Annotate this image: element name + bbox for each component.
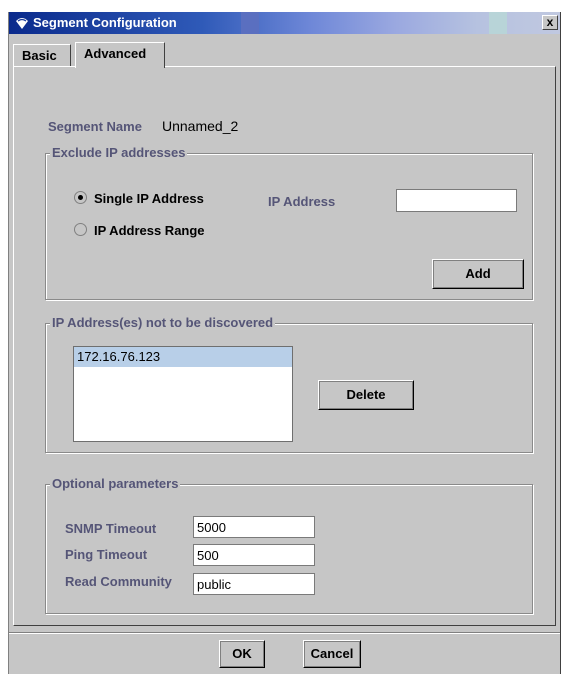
segment-name-value: Unnamed_2 bbox=[162, 118, 239, 134]
list-item[interactable]: 172.16.76.123 bbox=[74, 347, 292, 367]
advanced-panel: Segment Name Unnamed_2 Exclude IP addres… bbox=[13, 66, 556, 626]
snmp-timeout-input[interactable] bbox=[193, 516, 315, 538]
optional-params-group: Optional parameters SNMP Timeout Ping Ti… bbox=[45, 476, 533, 614]
radio-unchecked-icon[interactable] bbox=[74, 223, 87, 236]
ip-address-label: IP Address bbox=[268, 194, 336, 209]
title-decoration bbox=[241, 12, 259, 34]
not-discovered-title: IP Address(es) not to be discovered bbox=[50, 315, 276, 330]
tab-basic[interactable]: Basic bbox=[13, 44, 71, 66]
exclude-ip-title: Exclude IP addresses bbox=[50, 145, 188, 160]
close-button[interactable]: x bbox=[542, 15, 558, 30]
snmp-timeout-label: SNMP Timeout bbox=[65, 521, 157, 536]
delete-button[interactable]: Delete bbox=[318, 380, 414, 410]
title-bar[interactable]: Segment Configuration x bbox=[9, 12, 560, 34]
radio-checked-icon[interactable] bbox=[74, 191, 87, 204]
window-title: Segment Configuration bbox=[33, 15, 177, 30]
not-discovered-group: IP Address(es) not to be discovered 172.… bbox=[45, 315, 533, 453]
radio-ip-range[interactable]: IP Address Range bbox=[74, 223, 205, 238]
radio-single-ip-label: Single IP Address bbox=[94, 191, 204, 206]
excluded-ip-list[interactable]: 172.16.76.123 bbox=[73, 346, 293, 442]
segment-name-label: Segment Name bbox=[48, 119, 142, 134]
ip-address-input[interactable] bbox=[396, 189, 517, 212]
radio-ip-range-label: IP Address Range bbox=[94, 223, 205, 238]
app-icon bbox=[16, 18, 28, 29]
ping-timeout-label: Ping Timeout bbox=[65, 547, 148, 562]
ping-timeout-input[interactable] bbox=[193, 544, 315, 566]
cancel-button[interactable]: Cancel bbox=[303, 640, 361, 668]
footer-divider bbox=[9, 632, 560, 634]
add-button[interactable]: Add bbox=[432, 259, 524, 289]
dialog-window: Segment Configuration x Basic Advanced S… bbox=[8, 12, 561, 674]
read-community-input[interactable] bbox=[193, 573, 315, 595]
tab-advanced[interactable]: Advanced bbox=[75, 42, 165, 68]
optional-params-title: Optional parameters bbox=[50, 476, 181, 491]
exclude-ip-group: Exclude IP addresses Single IP Address I… bbox=[45, 145, 533, 300]
radio-single-ip[interactable]: Single IP Address bbox=[74, 191, 204, 206]
ok-button[interactable]: OK bbox=[219, 640, 265, 668]
title-decoration bbox=[489, 12, 507, 34]
read-community-label: Read Community bbox=[65, 574, 172, 589]
